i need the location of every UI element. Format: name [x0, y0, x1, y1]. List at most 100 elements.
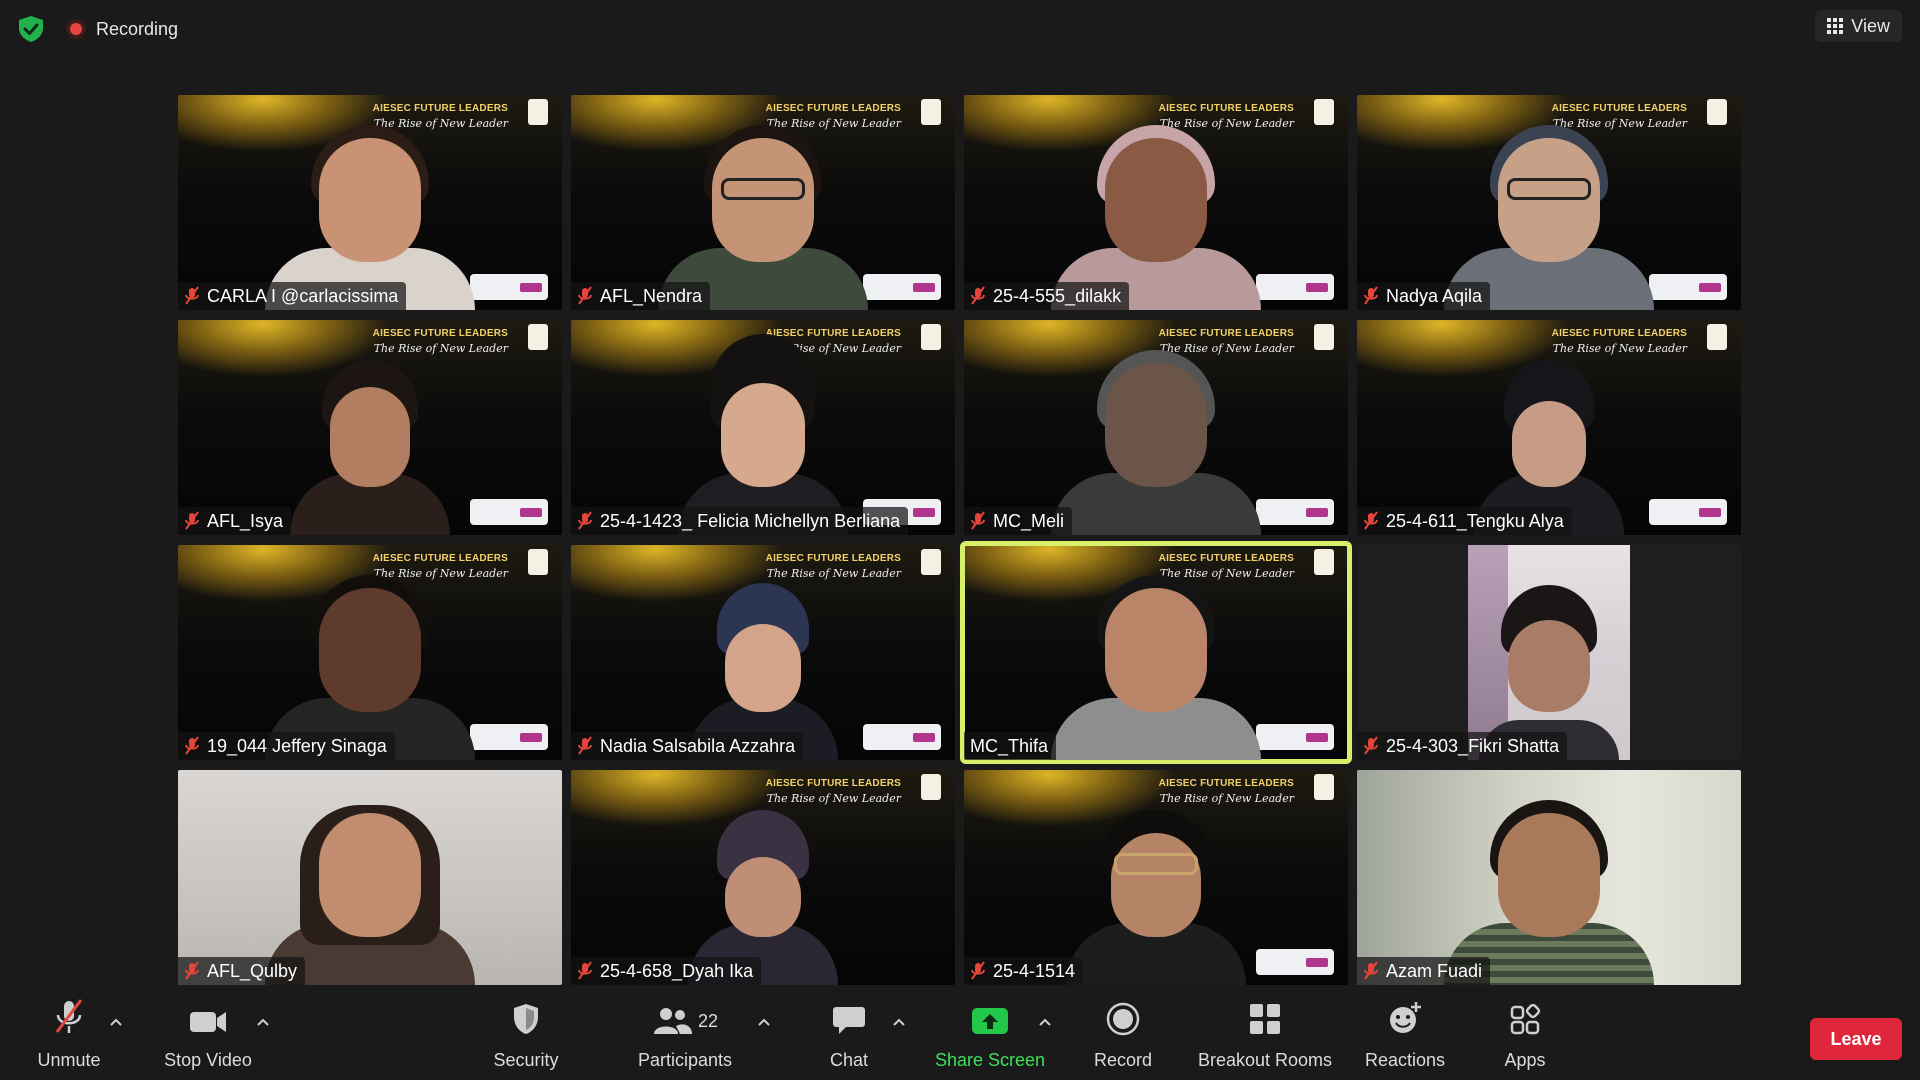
muted-mic-icon: [1363, 286, 1379, 306]
muted-mic-icon: [970, 961, 986, 981]
view-button[interactable]: View: [1815, 10, 1902, 42]
brand-title: AIESEC FUTURE LEADERS: [1158, 553, 1294, 564]
video-tile[interactable]: Azam Fuadi: [1357, 770, 1741, 985]
participant-name: 19_044 Jeffery Sinaga: [207, 735, 387, 756]
video-tile[interactable]: AIESEC FUTURE LEADERS The Rise of New Le…: [178, 320, 562, 535]
participants-button[interactable]: 22 Participants: [630, 990, 740, 1080]
participants-count: 22: [697, 1011, 719, 1031]
trophy-icon: [1314, 99, 1334, 125]
participant-nameplate: AFL_Qulby: [178, 957, 306, 985]
participant-name: MC_Thifa: [970, 735, 1049, 756]
video-tile[interactable]: AIESEC FUTURE LEADERS The Rise of New Le…: [571, 770, 955, 985]
video-tile[interactable]: AIESEC FUTURE LEADERS The Rise of New Le…: [571, 95, 955, 310]
stop-video-label: Stop Video: [164, 1050, 252, 1070]
audio-options-caret-icon[interactable]: [109, 1014, 123, 1026]
participant-nameplate: MC_Meli: [964, 507, 1073, 535]
video-tile[interactable]: AIESEC FUTURE LEADERS The Rise of New Le…: [964, 320, 1348, 535]
sponsor-logos: [470, 724, 548, 750]
sponsor-logos: [470, 274, 548, 300]
video-tile[interactable]: AIESEC FUTURE LEADERS The Rise of New Le…: [178, 95, 562, 310]
brand-title: AIESEC FUTURE LEADERS: [1158, 778, 1294, 789]
muted-mic-icon: [184, 961, 200, 981]
unmute-button[interactable]: Unmute: [28, 990, 110, 1080]
participant-video: [1051, 350, 1261, 535]
trophy-icon: [921, 99, 941, 125]
apps-label: Apps: [1504, 1050, 1546, 1070]
video-options-caret-icon[interactable]: [256, 1014, 270, 1026]
brand-title: AIESEC FUTURE LEADERS: [765, 553, 901, 564]
share-screen-button[interactable]: Share Screen: [930, 990, 1050, 1080]
video-tile[interactable]: AIESEC FUTURE LEADERS The Rise of New Le…: [1357, 95, 1741, 310]
brand-subtitle: The Rise of New Leader: [766, 117, 901, 130]
video-tile-active-speaker[interactable]: AIESEC FUTURE LEADERS The Rise of New Le…: [960, 541, 1352, 764]
video-tile[interactable]: AIESEC FUTURE LEADERS The Rise of New Le…: [964, 770, 1348, 985]
participants-options-caret-icon[interactable]: [757, 1014, 771, 1026]
trophy-icon: [1314, 549, 1334, 575]
record-icon: [1106, 990, 1140, 1036]
brand-title: AIESEC FUTURE LEADERS: [1551, 103, 1687, 114]
participant-nameplate: Nadia Salsabila Azzahra: [571, 732, 804, 760]
brand-title: AIESEC FUTURE LEADERS: [765, 328, 901, 339]
participant-nameplate: 25-4-555_dilakk: [964, 282, 1130, 310]
participant-name: AFL_Nendra: [600, 285, 703, 306]
stop-video-button[interactable]: Stop Video: [160, 990, 256, 1080]
participant-nameplate: 25-4-1514: [964, 957, 1084, 985]
participant-nameplate: Nadya Aqila: [1357, 282, 1491, 310]
brand-title: AIESEC FUTURE LEADERS: [765, 778, 901, 789]
participant-nameplate: 25-4-658_Dyah Ika: [571, 957, 762, 985]
share-options-caret-icon[interactable]: [1038, 1014, 1052, 1026]
participant-name: 25-4-303_Fikri Shatta: [1386, 735, 1560, 756]
smiley-plus-icon: [1387, 990, 1423, 1036]
security-label: Security: [493, 1050, 559, 1070]
brand-title: AIESEC FUTURE LEADERS: [372, 553, 508, 564]
participant-name: 25-4-658_Dyah Ika: [600, 960, 754, 981]
video-tile[interactable]: AIESEC FUTURE LEADERS The Rise of New Le…: [964, 95, 1348, 310]
video-camera-icon: [188, 990, 228, 1036]
video-tile[interactable]: AIESEC FUTURE LEADERS The Rise of New Le…: [1357, 320, 1741, 535]
reactions-button[interactable]: Reactions: [1361, 990, 1449, 1080]
brand-title: AIESEC FUTURE LEADERS: [1158, 328, 1294, 339]
recording-label: Recording: [96, 18, 179, 39]
shield-icon: [511, 990, 541, 1036]
video-tile[interactable]: AFL_Qulby: [178, 770, 562, 985]
brand-subtitle: The Rise of New Leader: [766, 567, 901, 580]
muted-mic-icon: [970, 511, 986, 531]
sponsor-logos: [1649, 274, 1727, 300]
shield-check-icon[interactable]: [14, 14, 48, 44]
meeting-top-bar: Recording View: [0, 0, 1920, 58]
participant-nameplate: CARLA I @carlacissima: [178, 282, 407, 310]
record-label: Record: [1093, 1050, 1153, 1070]
chat-options-caret-icon[interactable]: [892, 1014, 906, 1026]
sponsor-logos: [1256, 274, 1334, 300]
recording-indicator[interactable]: Recording: [66, 17, 178, 41]
breakout-rooms-label: Breakout Rooms: [1197, 1050, 1333, 1070]
muted-mic-icon: [1363, 961, 1379, 981]
leave-button[interactable]: Leave: [1810, 1018, 1902, 1060]
muted-mic-icon: [1363, 736, 1379, 756]
chat-bubble-icon: [832, 990, 866, 1036]
trophy-icon: [528, 99, 548, 125]
video-tile[interactable]: 25-4-303_Fikri Shatta: [1357, 545, 1741, 760]
record-button[interactable]: Record: [1085, 990, 1161, 1080]
brand-subtitle: The Rise of New Leader: [1552, 342, 1687, 355]
security-button[interactable]: Security: [486, 990, 566, 1080]
video-tile[interactable]: AIESEC FUTURE LEADERS The Rise of New Le…: [571, 545, 955, 760]
trophy-icon: [921, 549, 941, 575]
muted-mic-icon: [577, 736, 593, 756]
sponsor-logos: [470, 499, 548, 525]
sponsor-logos: [1256, 724, 1334, 750]
participant-nameplate: 25-4-1423_ Felicia Michellyn Berliana: [571, 507, 909, 535]
participant-nameplate: AFL_Nendra: [571, 282, 711, 310]
video-tile[interactable]: AIESEC FUTURE LEADERS The Rise of New Le…: [178, 545, 562, 760]
apps-button[interactable]: Apps: [1495, 990, 1555, 1080]
participant-video: [1051, 575, 1261, 760]
sponsor-logos: [863, 274, 941, 300]
chat-button[interactable]: Chat: [819, 990, 879, 1080]
breakout-rooms-button[interactable]: Breakout Rooms: [1193, 990, 1337, 1080]
brand-subtitle: The Rise of New Leader: [373, 342, 508, 355]
participants-label: Participants: [637, 1050, 733, 1070]
participants-icon: 22: [652, 990, 718, 1036]
video-tile[interactable]: AIESEC FUTURE LEADERS The Rise of New Le…: [571, 320, 955, 535]
trophy-icon: [528, 324, 548, 350]
trophy-icon: [1707, 324, 1727, 350]
